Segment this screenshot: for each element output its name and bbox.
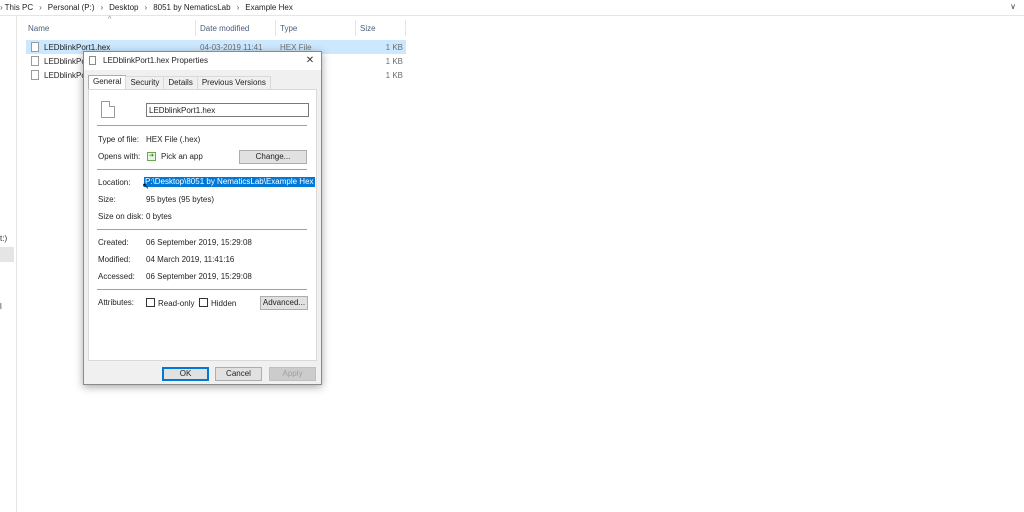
column-header-name[interactable]: Name [26, 18, 196, 38]
file-size: 1 KB [385, 42, 403, 52]
apply-button[interactable]: Apply [269, 367, 316, 381]
modified-label: Modified: [98, 255, 131, 264]
column-header-type[interactable]: Type [276, 18, 356, 38]
file-size: 1 KB [385, 70, 403, 80]
nav-item-fragment[interactable]: t:) [0, 234, 7, 243]
cancel-button[interactable]: Cancel [215, 367, 262, 381]
size-label: Size: [98, 195, 116, 204]
dialog-tabs: General Security Details Previous Versio… [88, 75, 271, 90]
file-icon [89, 56, 96, 65]
tab-details[interactable]: Details [163, 76, 198, 89]
breadcrumb-chevron-icon: › [39, 3, 42, 12]
file-size: 1 KB [385, 56, 403, 66]
attributes-label: Attributes: [98, 298, 135, 307]
breadcrumb-this-pc[interactable]: This PC [5, 3, 33, 12]
file-icon [31, 56, 39, 66]
navigation-pane [0, 15, 17, 512]
file-name-input[interactable] [146, 103, 309, 117]
size-value: 95 bytes (95 bytes) [146, 195, 215, 204]
file-icon [101, 101, 115, 118]
type-label: Type of file: [98, 135, 139, 144]
hidden-label: Hidden [211, 299, 237, 308]
file-icon [31, 70, 39, 80]
accessed-label: Accessed: [98, 272, 135, 281]
dialog-titlebar[interactable]: LEDblinkPort1.hex Properties ✕ [84, 52, 321, 70]
location-value[interactable]: P:\Desktop\8051 by NematicsLab\Example H… [144, 177, 315, 187]
breadcrumb-example-hex[interactable]: Example Hex [245, 3, 293, 12]
hidden-checkbox[interactable] [199, 298, 208, 307]
nav-item-selected[interactable] [0, 247, 14, 262]
tab-general[interactable]: General [88, 75, 127, 90]
tab-security[interactable]: Security [125, 76, 165, 89]
breadcrumb-chevron-icon: › [144, 3, 148, 12]
modified-value: 04 March 2019, 11:41:16 [146, 255, 235, 264]
divider [97, 169, 307, 171]
breadcrumb-8051-folder[interactable]: 8051 by NematicsLab [153, 3, 230, 12]
column-header-date-label: Date modified [200, 23, 250, 33]
general-tab-panel: Type of file: HEX File (.hex) Opens with… [88, 89, 317, 361]
tab-previous-versions[interactable]: Previous Versions [196, 76, 271, 89]
divider [97, 125, 307, 127]
location-label: Location: [98, 178, 131, 187]
read-only-checkbox[interactable] [146, 298, 155, 307]
created-label: Created: [98, 238, 129, 247]
size-on-disk-label: Size on disk: [98, 212, 144, 221]
close-icon[interactable]: ✕ [303, 54, 317, 68]
column-header-name-label: Name [28, 23, 50, 33]
mouse-cursor-icon: ↖ [142, 181, 150, 191]
column-header-size[interactable]: Size [356, 18, 406, 38]
breadcrumb-desktop[interactable]: Desktop [109, 3, 138, 12]
column-header-size-label: Size [360, 23, 376, 33]
opens-with-label: Opens with: [98, 152, 141, 161]
dialog-title: LEDblinkPort1.hex Properties [103, 56, 208, 65]
read-only-label: Read-only [158, 299, 195, 308]
column-header-type-label: Type [280, 23, 298, 33]
divider [97, 229, 307, 231]
size-on-disk-value: 0 bytes [146, 212, 172, 221]
change-button[interactable]: Change... [239, 150, 307, 164]
breadcrumb-chevron-icon: › [236, 3, 240, 12]
advanced-button[interactable]: Advanced... [260, 296, 308, 310]
ok-button[interactable]: OK [162, 367, 209, 381]
address-bar[interactable]: › This PC › Personal (P:) › Desktop › 80… [0, 0, 1024, 16]
accessed-value: 06 September 2019, 15:29:08 [146, 272, 252, 281]
file-icon [31, 42, 39, 52]
breadcrumb-personal-drive[interactable]: Personal (P:) [48, 3, 95, 12]
opens-with-value: Pick an app [161, 152, 203, 161]
type-value: HEX File (.hex) [146, 135, 201, 144]
created-value: 06 September 2019, 15:29:08 [146, 238, 252, 247]
column-header-date[interactable]: Date modified [196, 18, 276, 38]
pick-app-icon: ➜ [147, 152, 156, 161]
properties-dialog: LEDblinkPort1.hex Properties ✕ General S… [83, 51, 322, 385]
divider [97, 289, 307, 291]
address-dropdown-icon[interactable]: ∨ [1010, 2, 1016, 11]
nav-item-fragment[interactable]: l [0, 302, 2, 311]
breadcrumb-chevron-icon: › [100, 3, 104, 12]
